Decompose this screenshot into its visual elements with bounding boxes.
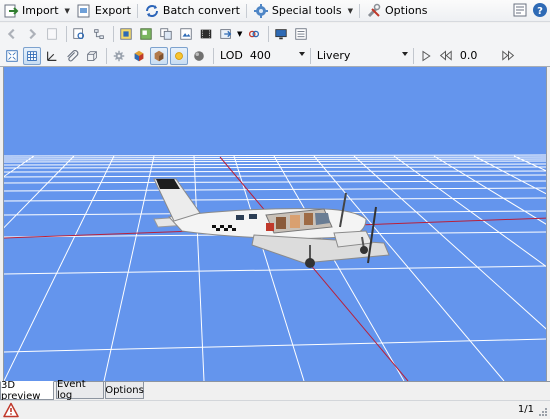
tab-event-log[interactable]: Event log [56,379,104,401]
resize-grip-icon[interactable] [538,407,548,417]
navigation-toolbar: ▼ [0,23,550,45]
light-icon[interactable] [170,46,188,65]
settings-icon[interactable] [110,47,128,65]
export-button[interactable]: Export [73,1,134,21]
lod-select[interactable]: 400 [247,47,307,64]
options-button[interactable]: Options [363,1,430,21]
separator [113,26,114,42]
copy-icon[interactable] [157,25,175,43]
separator [359,3,360,18]
status-bar: 1/1 [0,400,550,419]
forward-button[interactable] [23,25,41,43]
help-icon[interactable]: ? [532,2,548,18]
options-label: Options [385,4,428,17]
warning-icon[interactable] [3,402,19,418]
hierarchy-icon[interactable] [90,25,108,43]
special-tools-button[interactable]: Special tools ▼ [250,1,356,21]
lod-dropdown-arrow-icon [298,52,305,56]
page-indicator: 1/1 [517,404,534,415]
separator [213,47,214,64]
import-object-dropdown-icon[interactable]: ▼ [237,30,242,38]
tab-3d-preview[interactable]: 3D preview [0,380,54,402]
wireframe-box-icon[interactable] [83,47,101,65]
film-icon[interactable] [197,25,215,43]
special-tools-icon [253,3,269,19]
attach-icon[interactable] [63,47,81,65]
bottom-tabs: 3D preview Event log Options [0,379,550,402]
material-icon[interactable] [137,25,155,43]
textured-cube-icon[interactable] [150,46,168,65]
colored-cube-icon[interactable] [130,47,148,65]
livery-select[interactable]: Livery [314,47,410,64]
special-tools-label: Special tools [271,4,342,17]
svg-text:?: ? [537,6,543,17]
inspect-icon[interactable] [70,25,88,43]
separator [268,26,270,42]
axis-icon[interactable] [43,47,61,65]
separator [66,26,67,42]
sphere-icon[interactable] [190,47,208,65]
separator [106,47,107,64]
import-icon [3,3,19,19]
monitor-icon[interactable] [272,25,290,43]
import-dropdown-icon[interactable]: ▼ [65,7,70,15]
grid-toggle-icon[interactable] [23,46,41,65]
animation-time-value[interactable]: 0.0 [457,49,495,62]
texture-icon[interactable] [117,25,135,43]
batch-convert-button[interactable]: Batch convert [141,1,243,21]
lod-label: LOD [220,49,243,62]
page-icon[interactable] [43,25,61,43]
3d-scene [4,67,546,381]
tab-options[interactable]: Options [105,382,144,399]
export-label: Export [94,4,131,17]
livery-dropdown-arrow-icon [401,52,408,56]
rewind-button[interactable] [437,47,455,65]
separator [412,47,414,64]
batch-convert-icon [144,3,160,19]
import-object-icon[interactable] [217,25,235,43]
play-button[interactable] [417,47,435,65]
render-icon[interactable] [177,25,195,43]
back-button[interactable] [3,25,21,43]
import-button[interactable]: Import ▼ [0,1,73,21]
options-icon [366,3,382,19]
import-label: Import [22,4,59,17]
batch-convert-label: Batch convert [162,4,240,17]
3d-viewport[interactable] [3,67,547,381]
separator [136,3,138,18]
about-icon[interactable] [512,2,528,18]
export-icon [76,3,92,19]
separator [309,47,311,64]
livery-value: Livery [316,49,351,62]
fit-view-icon[interactable] [3,47,21,65]
app-window: Import ▼ Export Batch convert Special to… [0,0,550,419]
fast-forward-button[interactable] [500,47,518,65]
view-toolbar: LOD 400 Livery 0.0 [0,45,550,67]
lod-value: 400 [249,49,271,62]
separator [245,3,247,18]
main-toolbar: Import ▼ Export Batch convert Special to… [0,0,550,22]
link-icon[interactable] [245,25,263,43]
properties-icon[interactable] [292,25,310,43]
special-tools-dropdown-icon[interactable]: ▼ [348,7,353,15]
